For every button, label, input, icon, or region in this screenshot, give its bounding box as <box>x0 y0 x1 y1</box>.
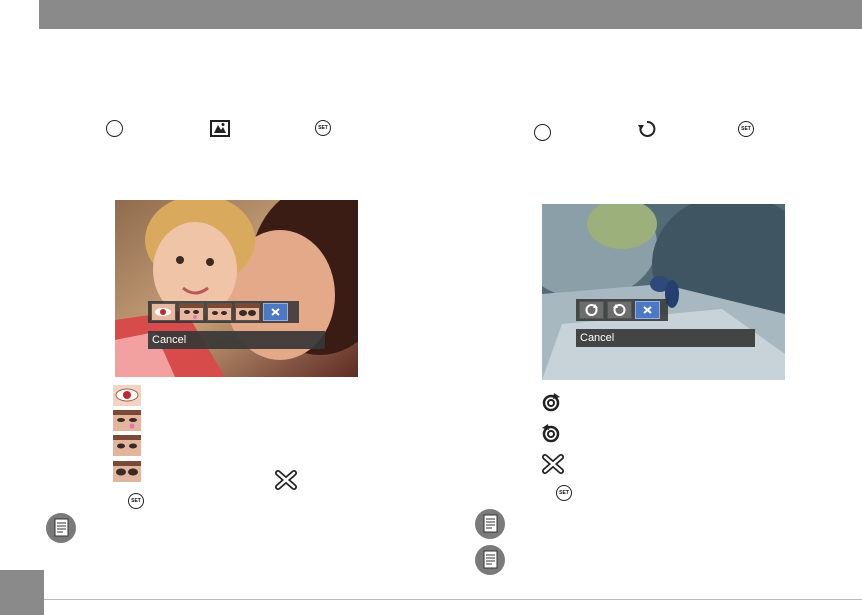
skin-retouch-icon <box>113 410 141 431</box>
screen-preview-photo: Cancel <box>115 200 358 377</box>
face-retouch-icon <box>210 120 230 137</box>
red-eye-icon <box>113 385 141 406</box>
retouch-toolbar <box>148 301 299 323</box>
skin-retouch-button[interactable] <box>179 303 204 321</box>
status-bar: Cancel <box>576 329 755 347</box>
page-number-tab <box>0 570 44 615</box>
red-eye-button[interactable] <box>151 303 176 321</box>
screen-preview-photo: Cancel <box>542 204 785 380</box>
set-button-icon: SET <box>315 120 331 136</box>
note-icon <box>46 513 76 543</box>
status-bar: Cancel <box>148 331 325 349</box>
cancel-x-icon <box>542 454 564 474</box>
note-icon <box>475 509 505 539</box>
note-icon <box>475 545 505 575</box>
brighten-eyes-icon <box>113 435 141 456</box>
cancel-button[interactable] <box>635 301 660 319</box>
set-button-icon: SET <box>738 121 754 137</box>
enlarge-eyes-icon <box>113 461 141 482</box>
menu-button-icon <box>106 120 123 137</box>
set-button-icon: SET <box>556 485 572 501</box>
rotate-right-button[interactable] <box>579 301 604 319</box>
menu-button-icon <box>534 124 551 141</box>
cancel-x-icon <box>275 470 297 490</box>
header-bar <box>39 0 862 29</box>
set-button-icon: SET <box>128 493 144 509</box>
rotate-toolbar <box>576 299 668 321</box>
cancel-button[interactable] <box>263 303 288 321</box>
enlarge-eyes-button[interactable] <box>235 303 260 321</box>
rotate-right-icon <box>542 393 560 412</box>
footer-divider <box>44 599 862 600</box>
rotate-left-button[interactable] <box>607 301 632 319</box>
brighten-eyes-button[interactable] <box>207 303 232 321</box>
rotate-left-icon <box>542 424 560 443</box>
rotate-icon <box>638 120 656 137</box>
